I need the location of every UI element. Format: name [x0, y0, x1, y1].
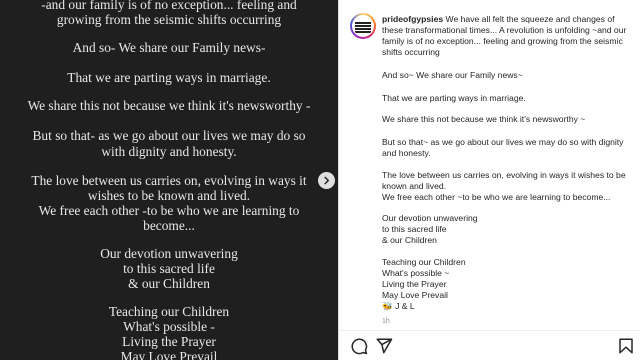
next-image-button[interactable] [318, 172, 335, 189]
image-text-line: But so that- as we go about our lives we… [32, 128, 306, 143]
image-text-line: We share this not because we think it's … [27, 98, 311, 113]
image-text-line: The love between us carries on, evolving… [31, 173, 307, 188]
caption-line: known and lived. [382, 181, 447, 191]
caption-line: family is of no exception... feeling and… [382, 36, 623, 46]
image-text-line: That we are parting ways in marriage. [67, 70, 271, 85]
caption-line: The love between us carries on, evolving… [382, 170, 626, 180]
image-text-line: We free each other -to be who we are lea… [38, 203, 300, 218]
caption-line: Living the Prayer [382, 279, 447, 289]
caption-line: What's possible ~ [382, 268, 450, 278]
image-text-line: Teaching our Children [108, 304, 230, 319]
post-timestamp[interactable]: 1h [382, 318, 390, 325]
caption-line: Teaching our Children [382, 257, 466, 267]
caption-line: That we are parting ways in marriage. [382, 93, 526, 103]
image-text-line: wishes to be known and lived. [87, 188, 251, 203]
image-text-line: & our Children [128, 276, 210, 291]
image-text-line: become... [143, 218, 195, 233]
avatar[interactable] [350, 13, 376, 39]
action-bar [339, 330, 640, 360]
caption-panel: prideofgypsies We have all felt the sque… [338, 0, 640, 360]
image-text-line: Living the Prayer [122, 334, 216, 349]
username-link[interactable]: prideofgypsies [382, 14, 443, 24]
caption-line: and honesty. [382, 148, 431, 158]
image-text-line: to this sacred life [123, 261, 215, 276]
caption-line: to this sacred life [382, 224, 447, 234]
caption-line: And so~ We share our Family news~ [382, 70, 523, 80]
caption-text: We have all felt the squeeze and changes… [443, 14, 615, 24]
image-text-line: What's possible - [123, 319, 215, 334]
post-image: -and our family is of no exception... fe… [0, 0, 338, 360]
caption-line: 🐝 J & L [382, 301, 415, 311]
save-button[interactable] [617, 337, 635, 355]
caption-line: Our devotion unwavering [382, 213, 478, 223]
caption-line: May Love Prevail [382, 290, 448, 300]
bookmark-icon [617, 338, 635, 359]
image-text-line: Our devotion unwavering [100, 246, 238, 261]
caption-line: these transformational times... A revolu… [382, 25, 627, 35]
caption-line: But so that~ as we go about our lives we… [382, 137, 624, 147]
image-text-line: growing from the seismic shifts occurrin… [56, 12, 282, 27]
caption-line: We free each other ~to be who we are lea… [382, 192, 611, 202]
caption-first-line: prideofgypsies We have all felt the sque… [382, 14, 632, 25]
image-text-line: May Love Prevail [120, 349, 218, 360]
image-text-line: with dignity and honesty. [101, 144, 237, 159]
share-button[interactable] [375, 337, 393, 355]
caption-line: shifts occurring [382, 47, 440, 57]
caption-line: & our Children [382, 235, 437, 245]
comment-icon [350, 338, 368, 359]
share-icon [375, 338, 393, 359]
chevron-right-icon [322, 172, 331, 190]
image-text-line: And so- We share our Family news- [72, 40, 266, 55]
caption-line: We share this not because we think it's … [382, 114, 586, 124]
comment-button[interactable] [350, 337, 368, 355]
